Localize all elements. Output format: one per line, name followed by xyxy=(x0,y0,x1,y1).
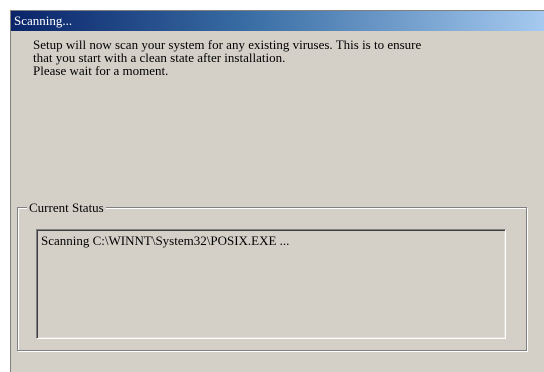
intro-line-3: Please wait for a moment. xyxy=(33,63,169,78)
status-display: Scanning C:\WINNT\System32\POSIX.EXE ... xyxy=(36,229,506,339)
title-bar[interactable]: Scanning... xyxy=(11,11,544,31)
status-text: Scanning C:\WINNT\System32\POSIX.EXE ... xyxy=(41,233,290,248)
window-title: Scanning... xyxy=(14,13,73,28)
intro-message: Setup will now scan your system for any … xyxy=(33,38,538,77)
current-status-label: Current Status xyxy=(27,200,106,215)
